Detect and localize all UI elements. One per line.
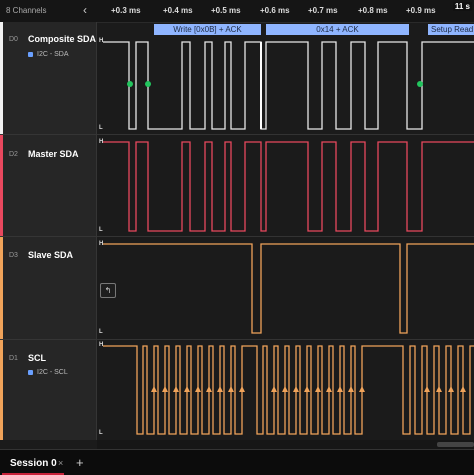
horizontal-scrollbar[interactable]	[97, 440, 474, 449]
low-level-label: L	[99, 430, 103, 436]
session-tab[interactable]: Session 0 ×	[2, 453, 64, 475]
channel-row-d1[interactable]: D1 SCL I2C - SCL	[0, 340, 96, 440]
waveform-area[interactable]: H L H L H L H L	[97, 36, 474, 440]
channel-id: D3	[9, 252, 18, 259]
channel-id: D0	[9, 36, 18, 43]
time-tick: +0.4 ms	[163, 6, 193, 15]
high-level-label: H	[99, 241, 104, 247]
low-level-label: L	[99, 329, 103, 335]
protocol-annotation-row: Write [0x0B] + ACK 0x14 + ACK Setup Read	[97, 22, 474, 36]
start-marker-icon[interactable]	[127, 81, 133, 87]
time-ruler[interactable]: +0.3 ms +0.4 ms +0.5 ms +0.6 ms +0.7 ms …	[97, 0, 474, 22]
scrollbar-thumb[interactable]	[437, 442, 474, 447]
channel-color-bar	[0, 135, 3, 236]
channel-id: D1	[9, 355, 18, 362]
low-level-label: L	[99, 227, 103, 233]
high-level-label: H	[99, 342, 104, 348]
channel-color-bar	[0, 340, 3, 440]
top-bar: 8 Channels ‹ +0.3 ms +0.4 ms +0.5 ms +0.…	[0, 0, 474, 23]
analyzer-label: I2C - SDA	[37, 51, 69, 58]
channel-color-bar	[0, 237, 3, 339]
waveform-d3	[103, 243, 474, 334]
annotation-setup-read[interactable]: Setup Read	[428, 24, 474, 35]
session-tab-bar: Session 0 × +	[0, 449, 474, 475]
low-level-label: L	[99, 125, 103, 131]
analyzer-tag: I2C - SDA	[28, 51, 69, 58]
capture-duration-label: 11 s	[452, 2, 472, 11]
time-tick: +0.5 ms	[211, 6, 241, 15]
channel-color-bar	[0, 22, 3, 134]
add-session-button[interactable]: +	[76, 455, 84, 470]
analyzer-label: I2C - SCL	[37, 369, 68, 376]
chevron-left-icon[interactable]: ‹	[83, 3, 95, 17]
analyzer-dot-icon	[28, 51, 33, 57]
waveform-canvas[interactable]	[97, 36, 474, 440]
analyzer-dot-icon	[28, 369, 33, 375]
channel-count-label: 8 Channels	[6, 6, 47, 15]
time-tick: +0.6 ms	[260, 6, 290, 15]
time-tick: +0.8 ms	[358, 6, 388, 15]
time-tick: +0.3 ms	[111, 6, 141, 15]
session-tab-label: Session 0	[10, 458, 57, 469]
data-marker-icon[interactable]	[145, 81, 151, 87]
channel-row-d0[interactable]: D0 Composite SDA I2C - SDA	[0, 22, 96, 135]
restart-marker-icon[interactable]	[417, 81, 423, 87]
waveform-d1	[103, 345, 474, 435]
waveform-d2	[103, 141, 474, 232]
channel-name: SCL	[28, 353, 46, 363]
channel-id: D2	[9, 151, 18, 158]
time-tick: +0.9 ms	[406, 6, 436, 15]
annotation-write[interactable]: Write [0x0B] + ACK	[154, 24, 261, 35]
channel-sidebar: D0 Composite SDA I2C - SDA D2 Master SDA…	[0, 22, 97, 440]
channel-name: Master SDA	[28, 149, 79, 159]
high-level-label: H	[99, 38, 104, 44]
time-tick: +0.7 ms	[308, 6, 338, 15]
high-level-label: H	[99, 139, 104, 145]
channel-row-d3[interactable]: D3 Slave SDA	[0, 237, 96, 340]
analyzer-tag: I2C - SCL	[28, 369, 68, 376]
close-icon[interactable]: ×	[58, 458, 63, 468]
annotation-data[interactable]: 0x14 + ACK	[266, 24, 409, 35]
arrow-icon[interactable]: ↰	[100, 283, 116, 298]
clock-edge-markers	[151, 386, 466, 392]
channel-row-d2[interactable]: D2 Master SDA	[0, 135, 96, 237]
channel-name: Slave SDA	[28, 250, 74, 260]
channel-name: Composite SDA	[28, 34, 97, 44]
